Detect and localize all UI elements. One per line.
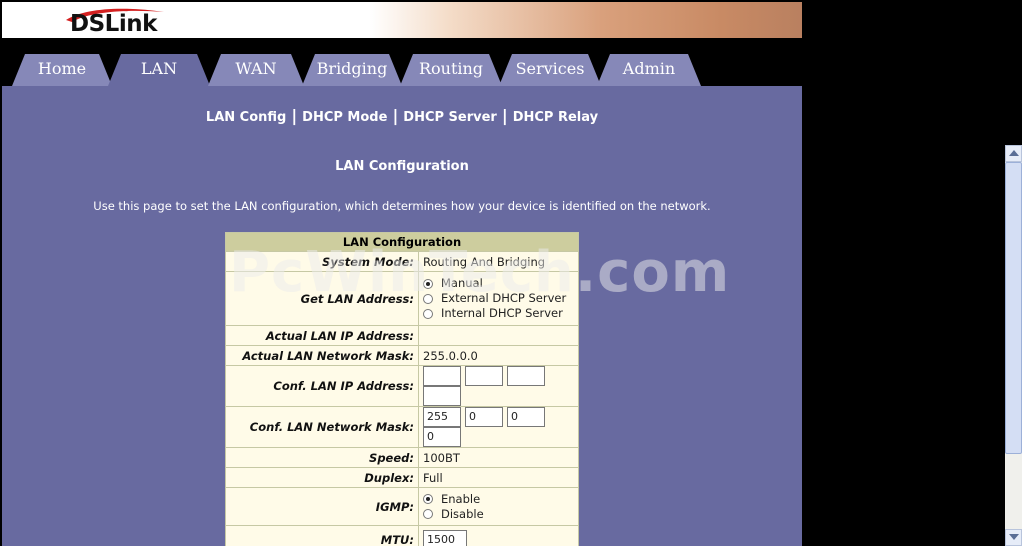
mtu-input[interactable]: 1500 [423, 529, 467, 546]
table-row: IGMP: Enable Disable [225, 487, 579, 526]
tab-admin[interactable]: Admin [597, 54, 701, 86]
system-mode-value: Routing And Bridging [418, 251, 579, 272]
conf-mask-octet-3[interactable]: 0 [507, 407, 545, 427]
radio-option-disable[interactable]: Disable [423, 507, 574, 522]
tab-home[interactable]: Home [12, 54, 112, 86]
conf-lan-ip-label: Conf. LAN IP Address: [225, 365, 419, 407]
page-title: LAN Configuration [335, 159, 469, 174]
igmp-options: Enable Disable [418, 487, 579, 526]
table-row: MTU: 1500 [225, 525, 579, 546]
tab-label: Bridging [316, 59, 388, 78]
tab-services[interactable]: Services [499, 54, 601, 86]
radio-label: External DHCP Server [441, 291, 567, 305]
subnav-separator: | [392, 106, 399, 125]
logo-text: DSLink [70, 11, 157, 37]
mtu-field-cell: 1500 [418, 525, 579, 546]
get-lan-address-label: Get LAN Address: [225, 271, 419, 326]
tab-label: WAN [235, 59, 277, 78]
get-lan-address-options: Manual External DHCP Server Internal DHC… [418, 271, 579, 326]
tab-lan[interactable]: LAN [108, 54, 210, 86]
lan-config-table: LAN Configuration System Mode: Routing A… [225, 232, 579, 546]
radio-selected-icon[interactable] [423, 278, 433, 289]
conf-mask-octet-1[interactable]: 255 [423, 407, 461, 427]
radio-option-manual[interactable]: Manual [423, 276, 574, 291]
subnav-separator: | [291, 106, 298, 125]
duplex-value: Full [418, 467, 579, 488]
tab-label: Home [37, 59, 87, 78]
conf-mask-octet-4[interactable]: 0 [423, 427, 461, 447]
tab-label: Admin [622, 59, 676, 78]
speed-value: 100BT [418, 447, 579, 468]
actual-lan-mask-label: Actual LAN Network Mask: [225, 345, 419, 366]
chevron-down-icon [1009, 534, 1019, 540]
table-header: LAN Configuration [225, 232, 579, 252]
table-row: Actual LAN Network Mask: 255.0.0.0 [225, 345, 579, 366]
table-row: Duplex: Full [225, 467, 579, 488]
conf-mask-octet-2[interactable]: 0 [465, 407, 503, 427]
radio-option-enable[interactable]: Enable [423, 492, 574, 507]
table-row: Speed: 100BT [225, 447, 579, 468]
browser-viewport: DSLink Home LAN WAN Bridging Routing Ser… [2, 2, 802, 546]
actual-lan-ip-value [418, 325, 579, 346]
radio-icon[interactable] [423, 308, 433, 319]
radio-label: Disable [441, 506, 484, 521]
tab-routing[interactable]: Routing [400, 54, 502, 86]
subnav-dhcp-mode[interactable]: DHCP Mode [302, 110, 387, 125]
conf-ip-octet-3[interactable] [507, 366, 545, 386]
lan-subnav: LAN Config | DHCP Mode | DHCP Server | DHCP Re… [2, 106, 802, 125]
dslink-logo: DSLink [64, 6, 174, 38]
table-row: Get LAN Address: Manual External DHCP Se… [225, 271, 579, 326]
tab-bridging[interactable]: Bridging [302, 54, 402, 86]
vertical-scrollbar[interactable] [1005, 145, 1022, 546]
system-mode-label: System Mode: [225, 251, 419, 272]
igmp-label: IGMP: [225, 487, 419, 526]
radio-selected-icon[interactable] [423, 494, 433, 504]
scrollbar-thumb[interactable] [1005, 162, 1022, 454]
conf-lan-mask-label: Conf. LAN Network Mask: [225, 406, 419, 448]
page-description: Use this page to set the LAN configurati… [93, 199, 711, 213]
tab-label: LAN [140, 59, 178, 78]
tab-label: Routing [418, 59, 484, 78]
conf-ip-octet-4[interactable] [423, 386, 461, 406]
radio-label: Enable [441, 491, 481, 506]
conf-ip-octet-2[interactable] [465, 366, 503, 386]
scroll-up-button[interactable] [1005, 145, 1022, 162]
radio-label: Manual [441, 276, 483, 290]
mtu-label: MTU: [225, 525, 419, 546]
table-row: Conf. LAN Network Mask: 255 0 00 [225, 406, 579, 448]
conf-lan-ip-fields [418, 365, 579, 407]
actual-lan-ip-label: Actual LAN IP Address: [225, 325, 419, 346]
table-row: System Mode: Routing And Bridging [225, 251, 579, 272]
subnav-lan-config[interactable]: LAN Config [206, 110, 286, 125]
tab-wan[interactable]: WAN [208, 54, 304, 86]
table-row: Actual LAN IP Address: [225, 325, 579, 346]
subnav-dhcp-relay[interactable]: DHCP Relay [513, 110, 598, 125]
table-row: Conf. LAN IP Address: [225, 365, 579, 407]
tab-label: Services [515, 59, 585, 78]
chevron-up-icon [1009, 150, 1019, 156]
subnav-separator: | [501, 106, 508, 125]
scroll-down-button[interactable] [1005, 529, 1022, 546]
subnav-dhcp-server[interactable]: DHCP Server [403, 110, 497, 125]
header-banner: DSLink [2, 2, 802, 38]
radio-icon[interactable] [423, 509, 433, 519]
actual-lan-mask-value: 255.0.0.0 [418, 345, 579, 366]
radio-icon[interactable] [423, 293, 433, 304]
radio-label: Internal DHCP Server [441, 306, 563, 320]
radio-option-external-dhcp[interactable]: External DHCP Server [423, 291, 574, 306]
radio-option-internal-dhcp[interactable]: Internal DHCP Server [423, 306, 574, 321]
duplex-label: Duplex: [225, 467, 419, 488]
speed-label: Speed: [225, 447, 419, 468]
conf-lan-mask-fields: 255 0 00 [418, 406, 579, 448]
conf-ip-octet-1[interactable] [423, 366, 461, 386]
main-nav-tabs: Home LAN WAN Bridging Routing Services A… [2, 38, 802, 86]
